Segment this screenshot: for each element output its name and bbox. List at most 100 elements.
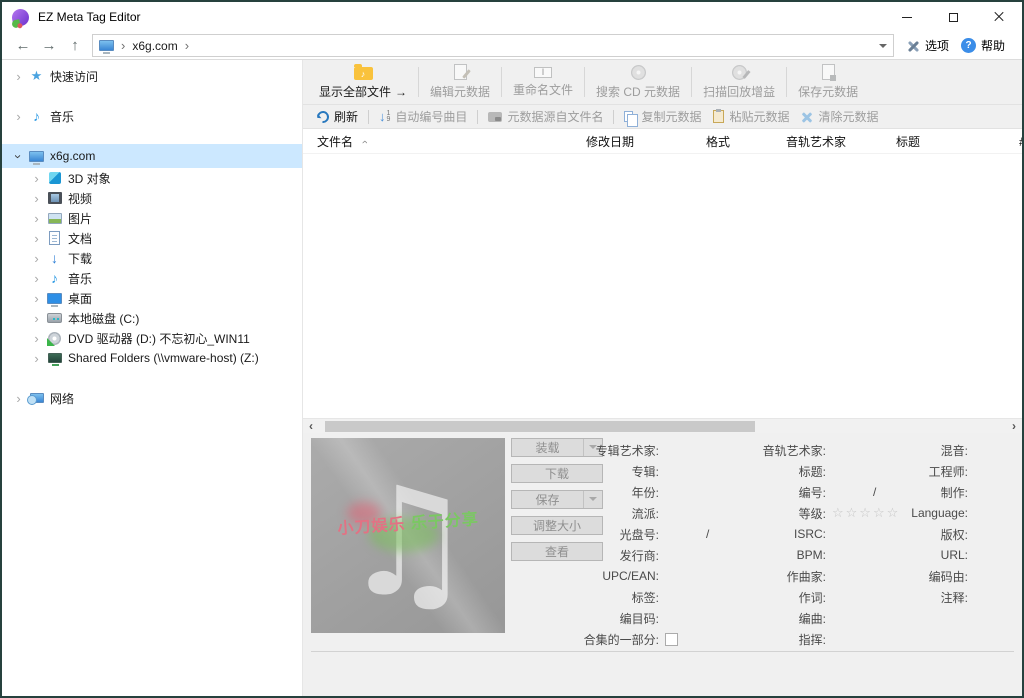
engineer-field[interactable] <box>973 464 1013 478</box>
language-field[interactable] <box>973 506 1013 520</box>
chevron-right-icon[interactable]: › <box>28 191 45 206</box>
sidebar-item-this-pc[interactable]: › x6g.com <box>2 144 302 168</box>
column-header-format[interactable]: 格式 <box>706 129 730 154</box>
paste-metadata-button[interactable]: 粘贴元数据 <box>707 108 795 125</box>
toolbar-separator <box>613 110 614 124</box>
file-list[interactable] <box>303 154 1022 418</box>
forward-button[interactable]: → <box>36 37 62 54</box>
sidebar-item-documents[interactable]: › 文档 <box>2 228 302 248</box>
back-button[interactable]: ← <box>10 37 36 54</box>
bpm-field[interactable] <box>831 548 871 562</box>
publisher-field[interactable] <box>664 548 704 562</box>
maximize-button[interactable] <box>930 2 976 32</box>
disc-number-field[interactable] <box>664 527 704 541</box>
breadcrumb-location[interactable]: x6g.com <box>132 39 177 53</box>
album-art-placeholder[interactable]: 小刀娱乐 乐于分享 ♫ <box>311 438 505 633</box>
button-label: 保存元数据 <box>798 83 858 100</box>
isrc-field[interactable] <box>831 527 871 541</box>
chevron-right-icon[interactable]: › <box>28 351 45 366</box>
label-field[interactable] <box>664 590 704 604</box>
sidebar-item-desktop[interactable]: › 桌面 <box>2 288 302 308</box>
catalog-number-field[interactable] <box>664 611 704 625</box>
up-button[interactable]: ↑ <box>62 37 88 54</box>
url-field[interactable] <box>973 548 1013 562</box>
composer-field[interactable] <box>831 569 871 583</box>
conductor-field[interactable] <box>831 632 871 646</box>
year-field[interactable] <box>664 485 704 499</box>
column-header-title[interactable]: 标题 <box>896 129 920 154</box>
chevron-right-icon[interactable]: › <box>10 69 27 84</box>
scroll-right-icon[interactable]: › <box>1006 419 1022 434</box>
sidebar-item-music-folder[interactable]: › ♪ 音乐 <box>2 268 302 288</box>
chevron-right-icon[interactable]: › <box>28 311 45 326</box>
sidebar-item-label: 图片 <box>68 210 92 227</box>
chevron-right-icon[interactable]: › <box>28 291 45 306</box>
column-header-filename[interactable]: 文件名 › <box>317 129 367 154</box>
encoded-by-field[interactable] <box>973 569 1013 583</box>
chevron-right-icon[interactable]: › <box>28 231 45 246</box>
column-header-track-artist[interactable]: 音轨艺术家 <box>786 129 846 154</box>
save-metadata-button[interactable]: 保存元数据 <box>788 60 868 104</box>
chevron-right-icon[interactable]: › <box>10 391 27 406</box>
computer-icon <box>27 151 46 162</box>
breadcrumb-chevron-icon[interactable]: › <box>185 38 189 53</box>
chevron-right-icon[interactable]: › <box>28 251 45 266</box>
refresh-button[interactable]: 刷新 <box>311 108 364 125</box>
search-cd-metadata-button[interactable]: 搜索 CD 元数据 <box>586 60 690 104</box>
close-icon <box>993 11 1005 23</box>
chevron-right-icon[interactable]: › <box>28 211 45 226</box>
sidebar-item-music[interactable]: › ♪ 音乐 <box>2 104 302 128</box>
column-header-modified-date[interactable]: 修改日期 <box>586 129 634 154</box>
album-field[interactable] <box>664 464 704 478</box>
help-button[interactable]: ? 帮助 <box>961 37 1005 54</box>
sidebar-item-shared-folders-z[interactable]: › Shared Folders (\\vmware-host) (Z:) <box>2 348 302 368</box>
sidebar-item-network[interactable]: › 网络 <box>2 386 302 410</box>
album-artist-field[interactable] <box>664 443 704 457</box>
scrollbar-thumb[interactable] <box>325 421 755 432</box>
track-artist-field[interactable] <box>831 443 871 457</box>
sidebar-item-dvd-drive-d[interactable]: › DVD 驱动器 (D:) 不忘初心_WIN11 <box>2 328 302 348</box>
sidebar-item-videos[interactable]: › 视频 <box>2 188 302 208</box>
breadcrumb[interactable]: › x6g.com › <box>92 34 894 57</box>
options-button[interactable]: 选项 <box>906 37 949 54</box>
metadata-from-filename-button[interactable]: 元数据源自文件名 <box>482 108 609 125</box>
edit-metadata-button[interactable]: 编辑元数据 <box>420 60 500 104</box>
horizontal-scrollbar[interactable]: ‹ › <box>303 418 1022 433</box>
copyright-field[interactable] <box>973 527 1013 541</box>
field-label-album: 专辑: <box>543 463 659 480</box>
producer-field[interactable] <box>973 485 1013 499</box>
clear-metadata-button[interactable]: 清除元数据 <box>795 108 884 125</box>
chevron-right-icon[interactable]: › <box>10 109 27 124</box>
show-all-files-button[interactable]: ♪ 显示全部文件→ <box>309 60 417 104</box>
lyricist-field[interactable] <box>831 590 871 604</box>
sidebar-item-3d-objects[interactable]: › 3D 对象 <box>2 168 302 188</box>
chevron-down-icon[interactable]: › <box>11 148 26 165</box>
remixer-field[interactable] <box>973 443 1013 457</box>
compilation-checkbox[interactable] <box>665 633 678 646</box>
column-label: 标题 <box>896 133 920 150</box>
sidebar-item-quick-access[interactable]: › ★ 快速访问 <box>2 64 302 88</box>
sidebar-item-pictures[interactable]: › 图片 <box>2 208 302 228</box>
rename-files-button[interactable]: I 重命名文件 <box>503 60 583 104</box>
scan-replaygain-button[interactable]: 扫描回放增益 <box>693 60 785 104</box>
sidebar-item-local-disk-c[interactable]: › 本地磁盘 (C:) <box>2 308 302 328</box>
auto-number-tracks-button[interactable]: ↓19 自动编号曲目 <box>373 108 473 125</box>
genre-field[interactable] <box>664 506 704 520</box>
chevron-right-icon[interactable]: › <box>28 171 45 186</box>
title-field[interactable] <box>831 464 871 478</box>
copy-metadata-button[interactable]: 复制元数据 <box>618 108 707 125</box>
address-dropdown-icon[interactable] <box>879 44 887 52</box>
track-number-field[interactable] <box>831 485 871 499</box>
scroll-left-icon[interactable]: ‹ <box>303 419 319 434</box>
minimize-button[interactable] <box>884 2 930 32</box>
chevron-right-icon[interactable]: › <box>28 271 45 286</box>
field-label-copyright: 版权: <box>868 526 968 543</box>
comment-field[interactable] <box>973 590 1013 604</box>
close-button[interactable] <box>976 2 1022 32</box>
toolbar-separator <box>584 67 585 97</box>
column-header-number[interactable]: # <box>1019 129 1024 154</box>
sidebar-item-downloads[interactable]: › ↓ 下载 <box>2 248 302 268</box>
upc-ean-field[interactable] <box>664 569 704 583</box>
arranger-field[interactable] <box>831 611 871 625</box>
chevron-right-icon[interactable]: › <box>28 331 45 346</box>
